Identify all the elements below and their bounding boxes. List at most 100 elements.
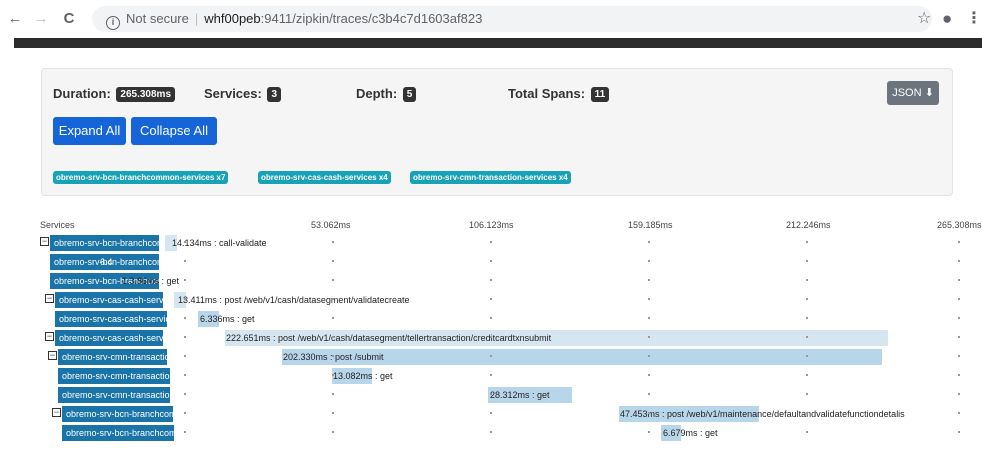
grid-dot [958,336,960,338]
span-label: 202.330ms : post /submit [283,352,384,362]
span-service-label: obremo-srv-bcn-branchcommon-services [62,425,174,441]
grid-dot [806,279,808,281]
grid-dot [806,336,808,338]
grid-dot [184,393,186,395]
grid-dot [184,260,186,262]
account-icon[interactable]: ● [942,10,952,28]
timeline-tick: 106.123ms [469,220,514,230]
span-service-label: obremo-srv-cas-cash-services [55,311,167,327]
service-badge-branchcommon[interactable]: obremo-srv-bcn-branchcommon-services x7 [53,171,229,184]
grid-dot [648,279,650,281]
span-label: 14.134ms : call-validate [172,238,267,248]
grid-dot [332,260,334,262]
grid-dot [184,298,186,300]
services-badge: 3 [267,87,282,102]
grid-dot [806,317,808,319]
span-label: 13.082ms : get [333,371,393,381]
json-download-button[interactable]: JSON ⬇ [887,81,939,105]
grid-dot [648,374,650,376]
total-spans-stat: Total Spans: 11 [508,86,610,102]
span-label: 6.679ms : get [663,428,718,438]
grid-dot [184,431,186,433]
timeline-tick: 159.185ms [628,220,673,230]
grid-dot [490,431,492,433]
span-service-label: obremo-srv-bcn-branchcommon-services [62,406,173,422]
services-column-header: Services [40,220,75,230]
grid-dot [184,241,186,243]
grid-dot [332,431,334,433]
depth-badge: 5 [402,87,417,102]
grid-dot [490,336,492,338]
grid-dot [958,374,960,376]
bookmark-star-icon[interactable]: ☆ [917,10,931,28]
span-label: 1.3.86ms : get [122,276,180,286]
grid-dot [332,317,334,319]
collapse-toggle-icon[interactable]: − [45,294,54,303]
grid-dot [806,241,808,243]
grid-dot [184,279,186,281]
grid-dot [648,260,650,262]
timeline-tick: 265.308ms [937,220,982,230]
grid-dot [490,241,492,243]
grid-dot [648,393,650,395]
service-badge-cash[interactable]: obremo-srv-cas-cash-services x4 [258,171,391,184]
span-label: 13.411ms : post /web/v1/cash/datasegment… [178,295,410,305]
grid-dot [490,374,492,376]
service-badge-transaction[interactable]: obremo-srv-cmn-transaction-services x4 [410,171,571,184]
span-service-label: obremo-srv-cmn-transaction-services [58,368,170,384]
grid-dot [958,412,960,414]
duration-stat: Duration: 265.308ms [53,86,176,102]
trace-timeline: Services 53.062ms 106.123ms 159.185ms 21… [0,216,982,475]
grid-dot [332,355,334,357]
grid-dot [648,412,650,414]
forward-icon[interactable]: → [32,10,50,28]
grid-dot [184,317,186,319]
depth-stat: Depth: 5 [356,86,417,102]
grid-dot [958,260,960,262]
grid-dot [490,260,492,262]
total-spans-badge: 11 [590,87,610,102]
grid-dot [806,260,808,262]
grid-dot [958,241,960,243]
json-button-label: JSON [892,87,922,99]
span-label: 47.453ms : post /web/v1/maintenance/defa… [620,409,905,419]
grid-dot [184,374,186,376]
grid-dot [806,355,808,357]
grid-dot [958,393,960,395]
collapse-all-button[interactable]: Collapse All [131,117,217,145]
page-navbar [14,38,982,48]
browser-toolbar: ← → C i Not secure | whf00peb:9411/zipkin/t… [0,0,982,38]
grid-dot [958,355,960,357]
grid-dot [958,298,960,300]
info-icon[interactable]: i [106,16,120,30]
grid-dot [184,412,186,414]
grid-dot [332,412,334,414]
duration-label: Duration: [53,86,111,101]
collapse-toggle-icon[interactable]: − [52,408,61,417]
expand-all-button[interactable]: Expand All [53,117,126,145]
menu-icon[interactable]: ⋮ [966,10,982,28]
address-bar[interactable]: i Not secure | whf00peb:9411/zipkin/traces/… [92,6,932,32]
grid-dot [806,393,808,395]
span-service-label: obremo-srv-cmn-transaction-services [58,349,167,365]
span-label: 6.336ms : get [200,314,255,324]
collapse-toggle-icon[interactable]: − [40,237,49,246]
grid-dot [490,412,492,414]
grid-dot [490,317,492,319]
span-service-label: obremo-srv-cas-cash-services [55,292,163,308]
back-icon[interactable]: ← [6,10,24,28]
span-label: 222.651ms : post /web/v1/cash/datasegmen… [226,333,552,343]
grid-dot [958,431,960,433]
collapse-toggle-icon[interactable]: − [45,332,54,341]
grid-dot [490,298,492,300]
span-service-label: obremo-srv-cas-cash-services [55,330,163,346]
collapse-toggle-icon[interactable]: − [48,351,57,360]
grid-dot [958,317,960,319]
grid-dot [332,279,334,281]
span-service-label: obremo-srv-bcn-branchcommon-services [50,235,159,251]
grid-dot [332,298,334,300]
grid-dot [648,336,650,338]
reload-icon[interactable]: C [60,10,78,28]
url-separator: | [194,11,199,26]
grid-dot [958,279,960,281]
